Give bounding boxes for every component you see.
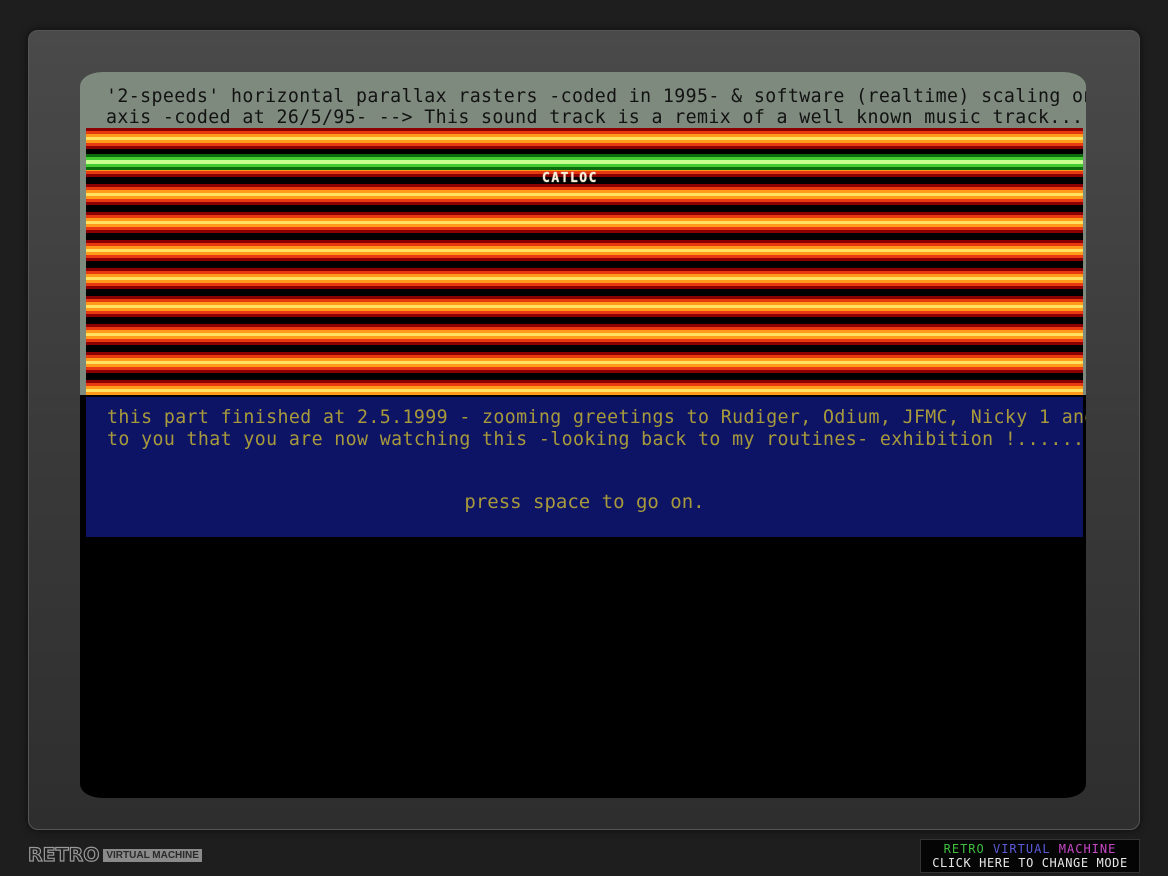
raster-line <box>86 364 1083 367</box>
raster-line <box>86 193 1083 196</box>
crt-screen[interactable]: '2-speeds' horizontal parallax rasters -… <box>80 72 1086 798</box>
raster-line <box>86 380 1083 383</box>
raster-line <box>86 299 1083 302</box>
raster-line <box>86 258 1083 261</box>
raster-line <box>86 221 1083 224</box>
highlight-raster-line <box>86 154 1083 157</box>
mode-title-part-0: RETRO <box>943 842 993 856</box>
greetings-panel: this part finished at 2.5.1999 - zooming… <box>86 397 1086 537</box>
raster-line <box>86 271 1083 274</box>
raster-line <box>86 324 1083 327</box>
mode-title-part-1: VIRTUAL <box>992 842 1059 856</box>
highlight-raster-line <box>86 167 1083 170</box>
raster-line <box>86 227 1083 230</box>
raster-line <box>86 146 1083 149</box>
raster-line <box>86 317 1083 324</box>
raster-line <box>86 330 1083 333</box>
raster-line <box>86 252 1083 255</box>
raster-line <box>86 134 1083 137</box>
raster-line <box>86 240 1083 243</box>
raster-line <box>86 243 1083 246</box>
raster-line <box>86 296 1083 299</box>
raster-line <box>86 308 1083 311</box>
raster-line <box>86 352 1083 355</box>
mode-title-part-2: MACHINE <box>1058 842 1117 856</box>
raster-line <box>86 268 1083 271</box>
raster-line <box>86 196 1083 199</box>
raster-line <box>86 289 1083 296</box>
raster-line <box>86 246 1083 249</box>
raster-line <box>86 255 1083 258</box>
raster-line <box>86 212 1083 215</box>
raster-line <box>86 233 1083 240</box>
scroller-text: '2-speeds' horizontal parallax rasters -… <box>106 85 1086 128</box>
retro-logo-text: RETRO <box>27 844 100 866</box>
raster-line <box>86 143 1083 146</box>
raster-line <box>86 342 1083 345</box>
raster-line <box>86 131 1083 134</box>
raster-line <box>86 370 1083 373</box>
raster-line <box>86 199 1083 202</box>
raster-line <box>86 367 1083 370</box>
raster-line <box>86 392 1083 395</box>
raster-line <box>86 286 1083 289</box>
raster-line <box>86 373 1083 380</box>
raster-line <box>86 140 1083 143</box>
raster-line <box>86 361 1083 364</box>
raster-line <box>86 305 1083 308</box>
raster-line <box>86 187 1083 190</box>
raster-line <box>86 383 1083 386</box>
virtual-machine-label: VIRTUAL MACHINE <box>103 848 202 862</box>
raster-line <box>86 137 1083 140</box>
raster-line <box>86 327 1083 330</box>
highlight-raster-line <box>86 157 1083 160</box>
raster-line <box>86 339 1083 342</box>
highlight-raster-line <box>86 160 1083 164</box>
raster-line <box>86 274 1083 277</box>
greetings-line-1: this part finished at 2.5.1999 - zooming… <box>107 406 1086 428</box>
scroller-line-1: '2-speeds' horizontal parallax rasters -… <box>106 85 1086 107</box>
raster-line <box>86 215 1083 218</box>
raster-line <box>86 386 1083 389</box>
raster-line <box>86 358 1083 361</box>
change-mode-button[interactable]: RETRO VIRTUAL MACHINE CLICK HERE TO CHAN… <box>920 839 1140 873</box>
raster-line <box>86 261 1083 268</box>
scroller-line-2: axis -coded at 26/5/95- --> This sound t… <box>106 106 1086 128</box>
raster-line <box>86 218 1083 221</box>
raster-line <box>86 333 1083 336</box>
raster-line <box>86 280 1083 283</box>
raster-line <box>86 230 1083 233</box>
raster-line <box>86 128 1083 131</box>
retro-brand-logo: RETRO VIRTUAL MACHINE <box>27 844 202 866</box>
mode-action-label: CLICK HERE TO CHANGE MODE <box>932 856 1128 870</box>
raster-line <box>86 249 1083 252</box>
raster-line <box>86 205 1083 212</box>
raster-line <box>86 283 1083 286</box>
raster-line <box>86 345 1083 352</box>
press-space-prompt: press space to go on. <box>464 491 705 513</box>
raster-line <box>86 311 1083 314</box>
parallax-rasters <box>86 128 1083 395</box>
raster-line <box>86 336 1083 339</box>
raster-line <box>86 314 1083 317</box>
raster-line <box>86 202 1083 205</box>
raster-bars <box>86 128 1083 395</box>
raster-line <box>86 277 1083 280</box>
raster-line <box>86 355 1083 358</box>
greetings-line-2: to you that you are now watching this -l… <box>107 428 1086 450</box>
mode-title: RETRO VIRTUAL MACHINE <box>921 842 1139 856</box>
raster-line <box>86 302 1083 305</box>
catloc-logo: CATLOC <box>542 171 598 186</box>
raster-line <box>86 190 1083 193</box>
highlight-raster-line <box>86 164 1083 167</box>
raster-line <box>86 224 1083 227</box>
raster-line <box>86 389 1083 392</box>
